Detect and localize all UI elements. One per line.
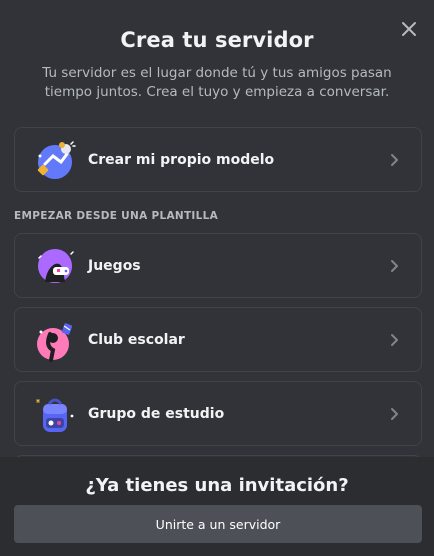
- template-option-school-club[interactable]: Club escolar: [14, 307, 422, 372]
- create-server-modal: Crea tu servidor Tu servidor es el lugar…: [0, 0, 434, 556]
- modal-footer: ¿Ya tienes una invitación? Unirte a un s…: [0, 457, 434, 556]
- create-own-option[interactable]: Crear mi propio modelo: [14, 127, 422, 192]
- chevron-right-icon: [384, 256, 404, 276]
- templates-heading: EMPEZAR DESDE UNA PLANTILLA: [14, 210, 219, 222]
- options-list[interactable]: Crear mi propio modelo EMPEZAR DESDE UNA…: [0, 127, 434, 457]
- invite-prompt: ¿Ya tienes una invitación?: [85, 475, 349, 496]
- custom-server-illustration: [31, 136, 79, 184]
- chevron-right-icon: [384, 150, 404, 170]
- modal-subtitle: Tu servidor es el lugar donde tú y tus a…: [42, 65, 392, 100]
- close-icon[interactable]: [399, 19, 419, 39]
- chevron-right-icon: [384, 404, 404, 424]
- gaming-illustration: [31, 242, 79, 290]
- join-server-button[interactable]: Unirte a un servidor: [14, 505, 422, 543]
- template-label-study-group: Grupo de estudio: [88, 405, 225, 422]
- chevron-right-icon: [384, 330, 404, 350]
- school-club-illustration: [31, 316, 79, 364]
- template-label-school-club: Club escolar: [88, 331, 185, 348]
- template-option-gaming[interactable]: Juegos: [14, 233, 422, 298]
- template-label-gaming: Juegos: [88, 257, 141, 274]
- study-group-illustration: [31, 390, 79, 438]
- template-option-study-group[interactable]: Grupo de estudio: [14, 381, 422, 446]
- modal-title: Crea tu servidor: [120, 28, 314, 52]
- modal-header: Crea tu servidor Tu servidor es el lugar…: [0, 0, 434, 102]
- create-own-label: Crear mi propio modelo: [88, 151, 275, 168]
